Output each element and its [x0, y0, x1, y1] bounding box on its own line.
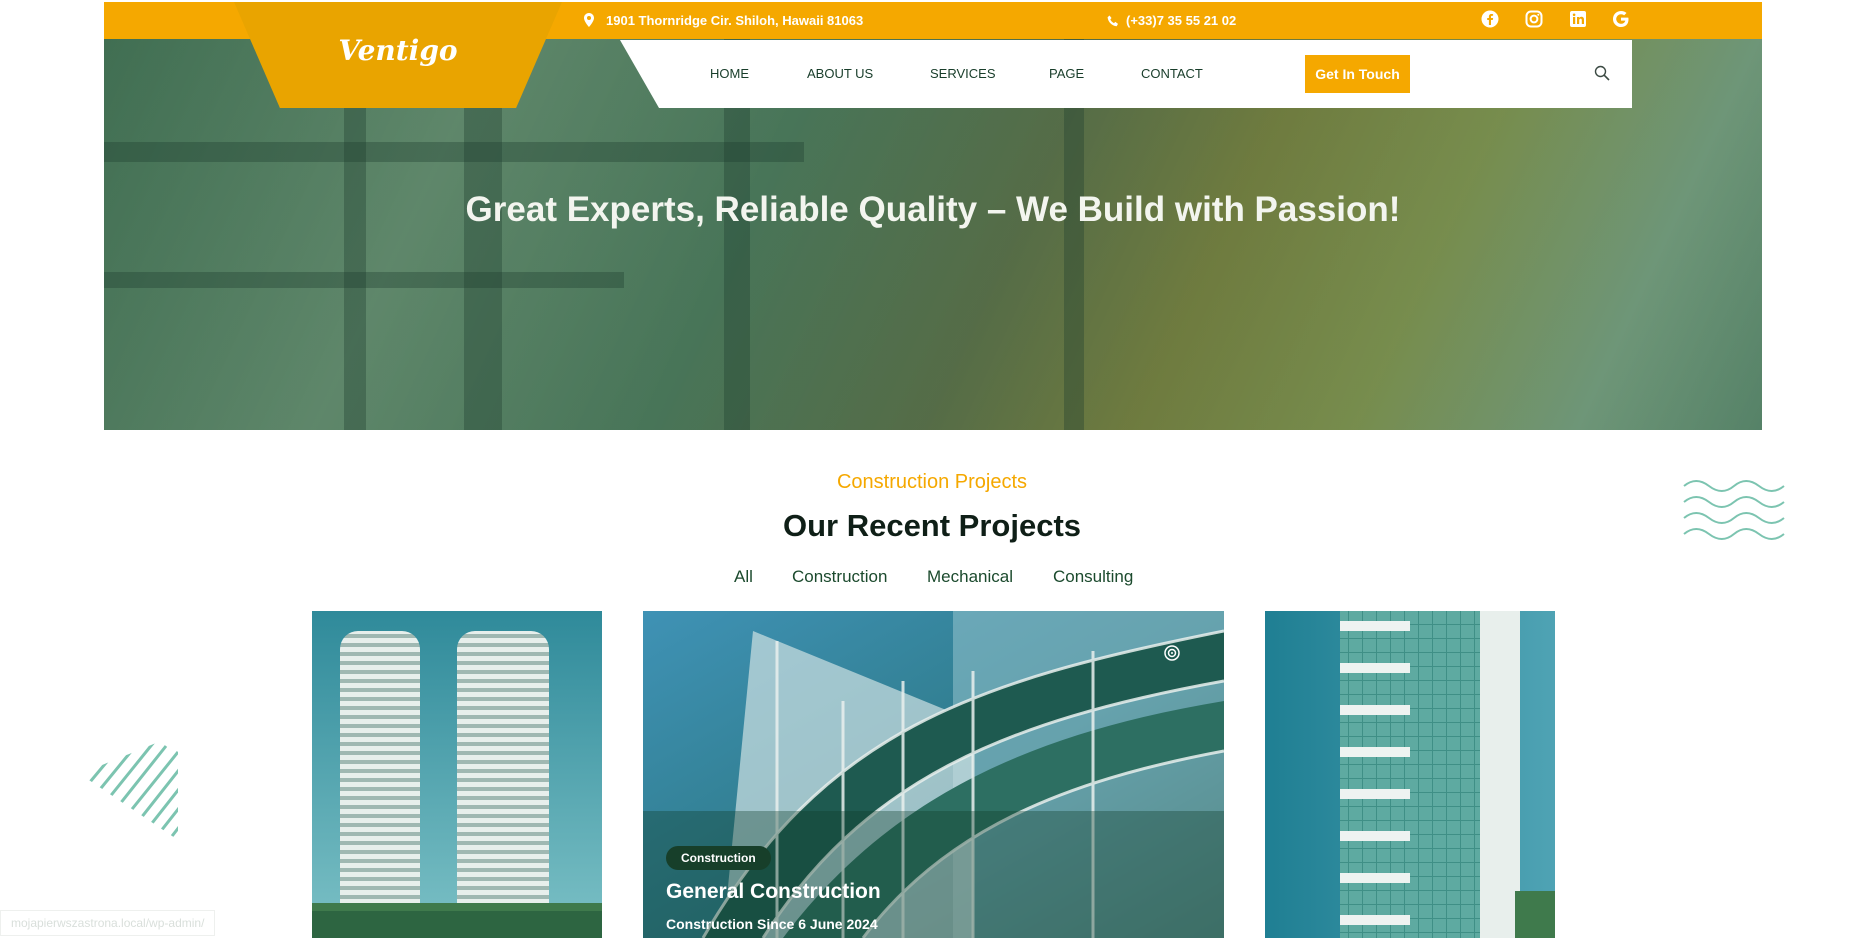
project-card-balcony-tower[interactable]: [1265, 611, 1555, 938]
get-in-touch-button[interactable]: Get In Touch: [1305, 55, 1410, 93]
section-title: Our Recent Projects: [782, 508, 1082, 543]
google-icon[interactable]: [1612, 10, 1630, 28]
search-icon[interactable]: [1594, 65, 1610, 81]
hero-title: Great Experts, Reliable Quality – We Bui…: [465, 190, 1401, 229]
filter-consulting[interactable]: Consulting: [1053, 567, 1133, 587]
filter-all[interactable]: All: [734, 567, 753, 587]
nav-home[interactable]: HOME: [710, 40, 749, 108]
project-subtitle: Construction Since 6 June 2024: [666, 916, 878, 932]
target-icon[interactable]: [1164, 645, 1180, 661]
balcony-tower-image: [1265, 611, 1555, 938]
logo-text: Ventigo: [338, 34, 458, 67]
filter-mechanical[interactable]: Mechanical: [927, 567, 1013, 587]
linkedin-icon[interactable]: [1569, 10, 1587, 28]
topbar-address: 1901 Thornridge Cir. Shiloh, Hawaii 8106…: [606, 13, 864, 28]
site-logo[interactable]: Ventigo: [234, 2, 562, 108]
stripe-decoration: [80, 734, 178, 840]
project-card-twin-towers[interactable]: [312, 611, 602, 938]
nav-services[interactable]: SERVICES: [930, 40, 996, 108]
filter-construction[interactable]: Construction: [792, 567, 887, 587]
location-pin-icon: [584, 13, 594, 27]
status-bar-url: mojapierwszastrona.local/wp-admin/: [0, 910, 216, 936]
phone-icon: [1107, 15, 1118, 27]
project-category-badge[interactable]: Construction: [666, 846, 771, 870]
wave-decoration: [1683, 480, 1785, 540]
nav-contact[interactable]: CONTACT: [1141, 40, 1203, 108]
nav-page[interactable]: PAGE: [1049, 40, 1084, 108]
project-title[interactable]: General Construction: [666, 880, 881, 904]
section-eyebrow: Construction Projects: [836, 471, 1028, 493]
nav-about-us[interactable]: ABOUT US: [807, 40, 873, 108]
facebook-icon[interactable]: [1481, 10, 1499, 28]
twin-towers-image: [312, 611, 602, 938]
main-navigation: HOME ABOUT US SERVICES PAGE CONTACT: [620, 40, 1632, 108]
instagram-icon[interactable]: [1525, 10, 1543, 28]
topbar-phone[interactable]: (+33)7 35 55 21 02: [1126, 2, 1236, 39]
